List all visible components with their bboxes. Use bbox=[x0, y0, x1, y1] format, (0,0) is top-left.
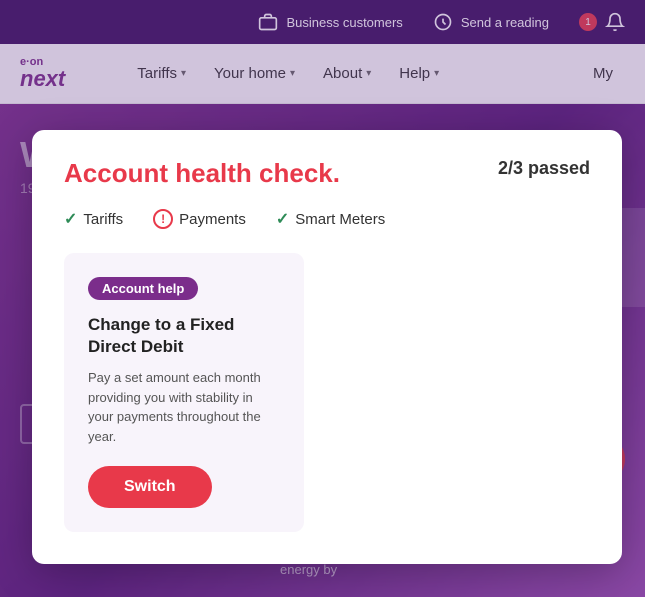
check-payments-label: Payments bbox=[179, 211, 246, 228]
check-tariffs-label: Tariffs bbox=[83, 211, 123, 228]
card-title: Change to a Fixed Direct Debit bbox=[88, 314, 280, 358]
modal-header: Account health check. 2/3 passed bbox=[64, 158, 590, 189]
check-smart-meters: ✓ Smart Meters bbox=[276, 209, 385, 229]
switch-button[interactable]: Switch bbox=[88, 466, 212, 508]
check-pass-icon-2: ✓ bbox=[276, 209, 289, 229]
account-help-card: Account help Change to a Fixed Direct De… bbox=[64, 253, 304, 532]
modal-score: 2/3 passed bbox=[498, 158, 590, 179]
card-tag: Account help bbox=[88, 277, 198, 300]
modal-title: Account health check. bbox=[64, 158, 340, 189]
check-pass-icon: ✓ bbox=[64, 209, 77, 229]
check-warn-icon: ! bbox=[153, 209, 173, 229]
check-tariffs: ✓ Tariffs bbox=[64, 209, 123, 229]
check-payments: ! Payments bbox=[153, 209, 246, 229]
card-description: Pay a set amount each month providing yo… bbox=[88, 368, 280, 446]
health-check-modal: Account health check. 2/3 passed ✓ Tarif… bbox=[32, 130, 622, 564]
check-smart-meters-label: Smart Meters bbox=[295, 211, 385, 228]
modal-checks: ✓ Tariffs ! Payments ✓ Smart Meters bbox=[64, 209, 590, 229]
